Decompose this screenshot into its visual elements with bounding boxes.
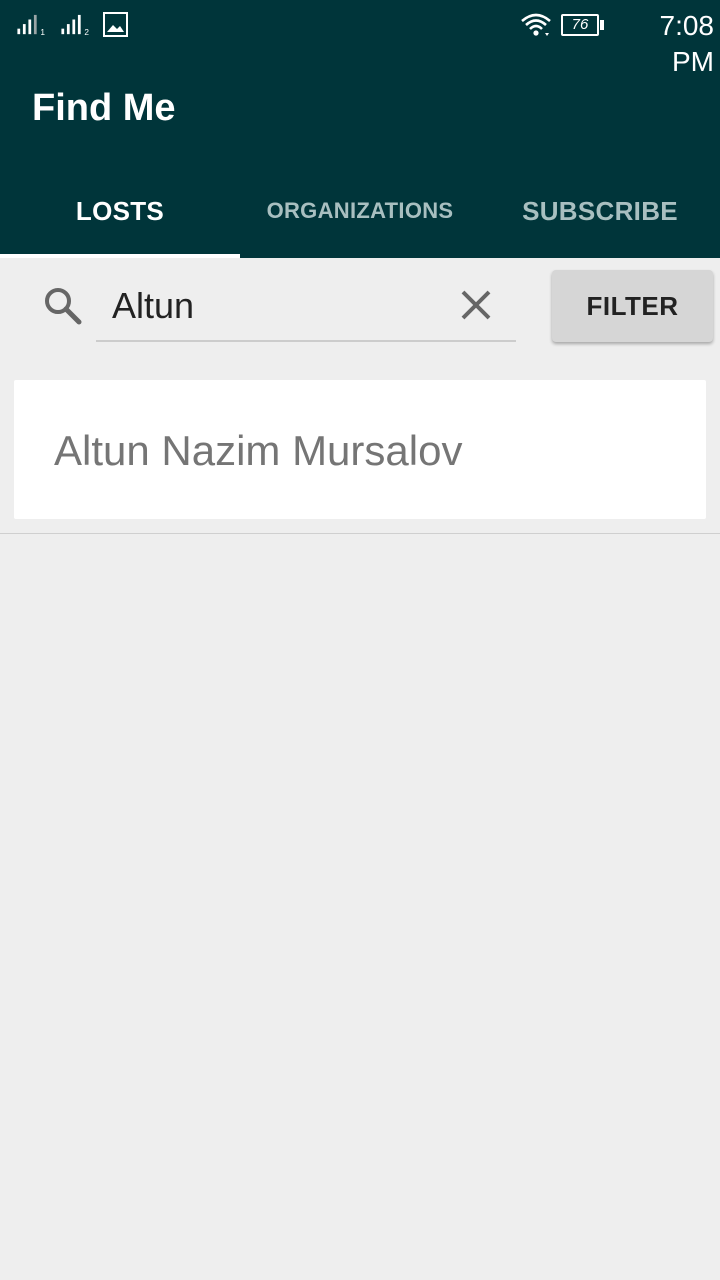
signal-sim1-icon: 1 xyxy=(17,14,45,36)
divider xyxy=(0,533,720,534)
status-time: 7:08 PM xyxy=(659,10,715,77)
battery-tip xyxy=(600,20,604,30)
tab-subscribe[interactable]: SUBSCRIBE xyxy=(480,174,720,258)
filter-button[interactable]: FILTER xyxy=(552,270,713,342)
gallery-icon xyxy=(103,12,128,37)
tab-indicator xyxy=(0,254,240,258)
wifi-icon xyxy=(521,13,551,36)
tab-losts[interactable]: LOSTS xyxy=(0,174,240,258)
app-title: Find Me xyxy=(32,87,176,129)
svg-text:1: 1 xyxy=(40,28,45,36)
search-input[interactable] xyxy=(96,272,516,342)
close-icon[interactable] xyxy=(456,285,496,325)
battery-icon: 76 xyxy=(561,14,599,36)
status-bar: 1 2 76 7:08 PM xyxy=(0,0,720,77)
search-icon xyxy=(45,288,82,325)
app-bar: 1 2 76 7:08 PM Find Me LOSTS ORGANIZATIO… xyxy=(0,0,720,258)
result-name: Altun Nazim Mursalov xyxy=(54,427,463,474)
signal-sim2-icon: 2 xyxy=(61,14,89,36)
tab-organizations[interactable]: ORGANIZATIONS xyxy=(240,174,480,258)
list-item[interactable]: Altun Nazim Mursalov xyxy=(14,380,706,519)
svg-text:2: 2 xyxy=(84,28,89,36)
